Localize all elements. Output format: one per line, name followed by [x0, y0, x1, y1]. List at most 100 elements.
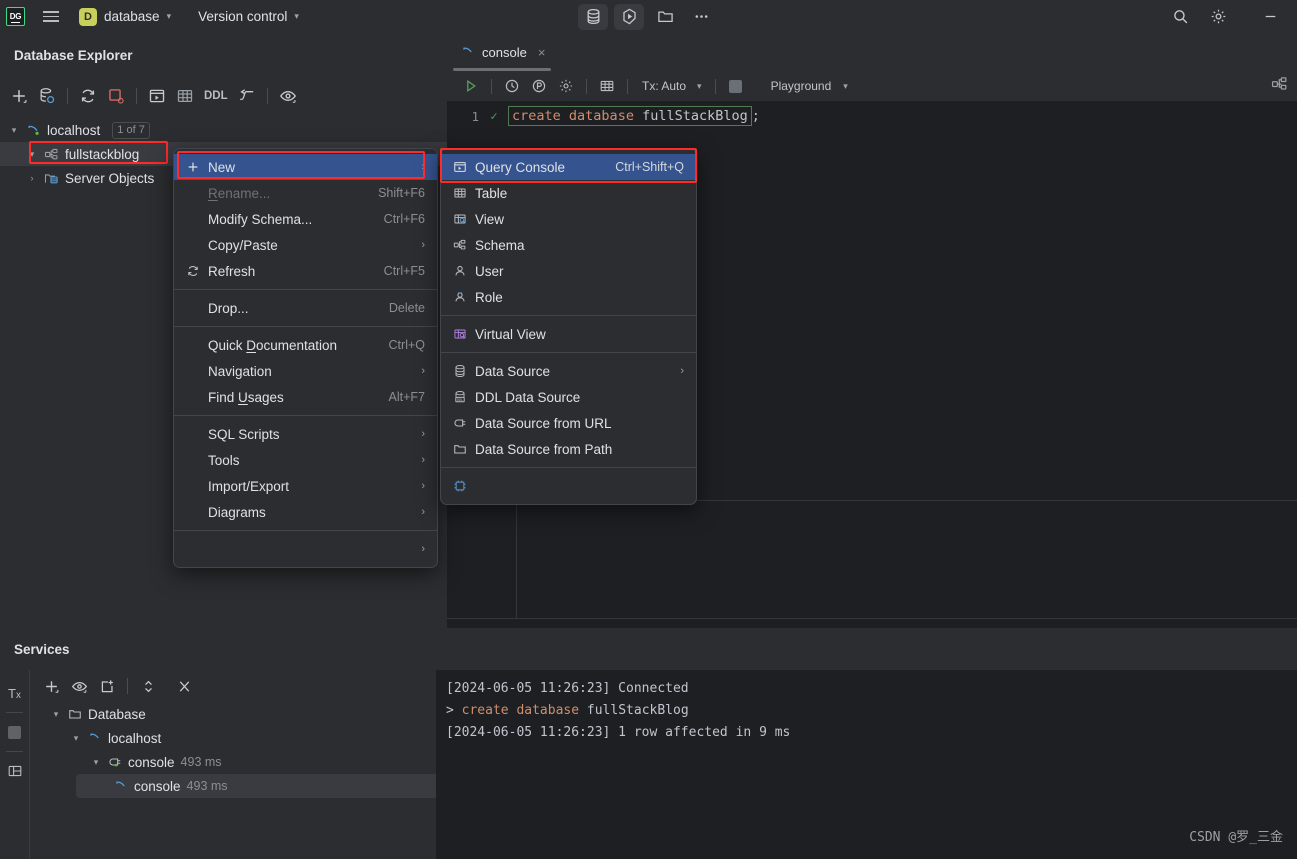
- gear-icon[interactable]: [554, 74, 578, 98]
- chevron-right-icon[interactable]: ›: [26, 173, 38, 183]
- gear-icon[interactable]: [1203, 4, 1233, 30]
- console-result-text: [2024-06-05 11:26:23] 1 row affected in …: [446, 725, 791, 740]
- add-icon[interactable]: [38, 673, 64, 699]
- more-icon[interactable]: [686, 4, 716, 30]
- connection-count-badge: 1 of 7: [112, 121, 150, 139]
- submenu-item-data-source-from-url[interactable]: Data Source from URL: [441, 410, 696, 436]
- services-console-output[interactable]: [2024-06-05 11:26:23] Connected > create…: [436, 670, 1297, 859]
- submenu-label: Data Source from URL: [475, 415, 612, 431]
- svg-text:DDL: DDL: [457, 399, 463, 403]
- menu-item-import-export[interactable]: Import/Export ›: [174, 473, 437, 499]
- folder-icon[interactable]: [650, 4, 680, 30]
- menu-item-diagrams[interactable]: Diagrams ›: [174, 499, 437, 525]
- duration-label: 493 ms: [186, 779, 228, 793]
- menu-item-sql-scripts[interactable]: SQL Scripts ›: [174, 421, 437, 447]
- submenu-item-role[interactable]: Role: [441, 284, 696, 310]
- new-tab-icon[interactable]: [94, 673, 120, 699]
- minimize-icon[interactable]: [1255, 4, 1285, 30]
- submenu-item-query-console[interactable]: Query Console Ctrl+Shift+Q: [441, 154, 696, 180]
- diagram-icon[interactable]: [1271, 75, 1289, 98]
- menu-item-quick-documentation[interactable]: Quick DocumentationQuick Documentation C…: [174, 332, 437, 358]
- menu-item-copy-paste[interactable]: Copy/Paste ›: [174, 232, 437, 258]
- menu-item-navigation[interactable]: Navigation ›: [174, 358, 437, 384]
- context-menu: New › RRename...ename... Shift+F6 Modify…: [173, 148, 438, 568]
- tx-mode-selector[interactable]: Tx: Auto: [640, 79, 688, 93]
- submenu-item-user[interactable]: User: [441, 258, 696, 284]
- menu-item-find-usages[interactable]: Find UsagesFind Usages Alt+F7: [174, 384, 437, 410]
- chevron-down-icon[interactable]: ▾: [8, 125, 20, 136]
- menu-item-tools[interactable]: Tools ›: [174, 447, 437, 473]
- database-icon[interactable]: [578, 3, 608, 30]
- menu-divider: [174, 326, 437, 327]
- editor-tabbar: console ×: [447, 33, 1297, 71]
- menu-divider: [174, 415, 437, 416]
- submenu-item-schema[interactable]: Schema: [441, 232, 696, 258]
- sql-statement[interactable]: create database fullStackBlog: [508, 106, 752, 126]
- menu-label: SQL Scripts: [208, 426, 280, 442]
- stop-icon[interactable]: [103, 83, 129, 109]
- submenu-item-view[interactable]: View: [441, 206, 696, 232]
- divider: [6, 712, 23, 713]
- code-line-1[interactable]: 1 ✓ create database fullStackBlog ;: [447, 102, 1297, 130]
- menu-item-modify-schema[interactable]: Modify Schema... Ctrl+F6: [174, 206, 437, 232]
- expand-collapse-icon[interactable]: [135, 673, 161, 699]
- menu-item-refresh[interactable]: Refresh Ctrl+F5: [174, 258, 437, 284]
- layout-icon[interactable]: [2, 758, 28, 784]
- menu-item-drop[interactable]: Drop... Delete: [174, 295, 437, 321]
- menu-accelerator: Alt+F7: [388, 390, 425, 404]
- submenu-item-data-source[interactable]: Data Source ›: [441, 358, 696, 384]
- console-prompt: >: [446, 703, 454, 718]
- chevron-right-icon: ›: [421, 454, 425, 466]
- submenu-label: View: [475, 211, 505, 227]
- duration-label: 493 ms: [180, 755, 222, 769]
- submenu-accelerator: Ctrl+Shift+Q: [615, 160, 684, 174]
- chevron-down-icon[interactable]: ▾: [26, 149, 38, 160]
- chevron-down-icon[interactable]: ▾: [50, 709, 62, 720]
- submenu-item-driver[interactable]: [441, 473, 696, 499]
- chevron-down-icon[interactable]: ▾: [697, 81, 702, 92]
- divider: [136, 88, 137, 104]
- submenu-item-virtual-view[interactable]: Virtual View: [441, 321, 696, 347]
- add-icon[interactable]: [6, 83, 32, 109]
- eye-icon[interactable]: [275, 83, 301, 109]
- menu-label: Modify Schema...: [208, 211, 313, 227]
- table-editor-icon[interactable]: [172, 83, 198, 109]
- submenu-item-ddl-data-source[interactable]: DDL DDL Data Source: [441, 384, 696, 410]
- submenu-item-data-source-from-path[interactable]: Data Source from Path: [441, 436, 696, 462]
- tree-item-localhost[interactable]: ▾ localhost 1 of 7: [0, 118, 447, 142]
- refresh-icon[interactable]: [75, 83, 101, 109]
- editor-toolbar: Tx: Auto ▾ Playground ▾: [447, 71, 1297, 102]
- services-tree-label: localhost: [108, 730, 162, 746]
- jump-to-icon[interactable]: [234, 83, 260, 109]
- profiler-icon[interactable]: [527, 74, 551, 98]
- ddl-button[interactable]: DDL: [200, 90, 232, 102]
- chevron-down-icon[interactable]: ▾: [843, 81, 848, 92]
- run-icon[interactable]: [614, 3, 644, 30]
- submenu-item-table[interactable]: Table: [441, 180, 696, 206]
- data-source-properties-icon[interactable]: [34, 83, 60, 109]
- run-icon[interactable]: [459, 74, 483, 98]
- history-icon[interactable]: [500, 74, 524, 98]
- stop-square-icon[interactable]: [724, 74, 748, 98]
- chevron-down-icon[interactable]: ▾: [70, 733, 82, 744]
- tx-icon[interactable]: Tx: [2, 680, 28, 706]
- stop-square-icon[interactable]: [2, 719, 28, 745]
- eye-icon[interactable]: [66, 673, 92, 699]
- close-icon[interactable]: ×: [538, 45, 546, 60]
- menu-item-diagnostics[interactable]: ›: [174, 536, 437, 562]
- menu-item-new[interactable]: New ›: [174, 154, 437, 180]
- chevron-down-icon[interactable]: ▾: [90, 757, 102, 768]
- table-icon[interactable]: [595, 74, 619, 98]
- divider: [266, 88, 268, 104]
- version-control-menu[interactable]: Version control ▾: [190, 6, 307, 27]
- menu-label: Import/Export: [208, 478, 290, 494]
- folder-icon: [453, 442, 475, 456]
- close-icon[interactable]: [171, 673, 197, 699]
- tab-console[interactable]: console ×: [447, 33, 557, 71]
- datasource-icon: [114, 779, 128, 793]
- schema-selector[interactable]: Playground: [769, 79, 834, 93]
- query-console-icon[interactable]: [144, 83, 170, 109]
- project-selector[interactable]: D database ▾: [72, 5, 178, 29]
- search-icon[interactable]: [1165, 4, 1195, 30]
- hamburger-menu-icon[interactable]: [36, 4, 66, 30]
